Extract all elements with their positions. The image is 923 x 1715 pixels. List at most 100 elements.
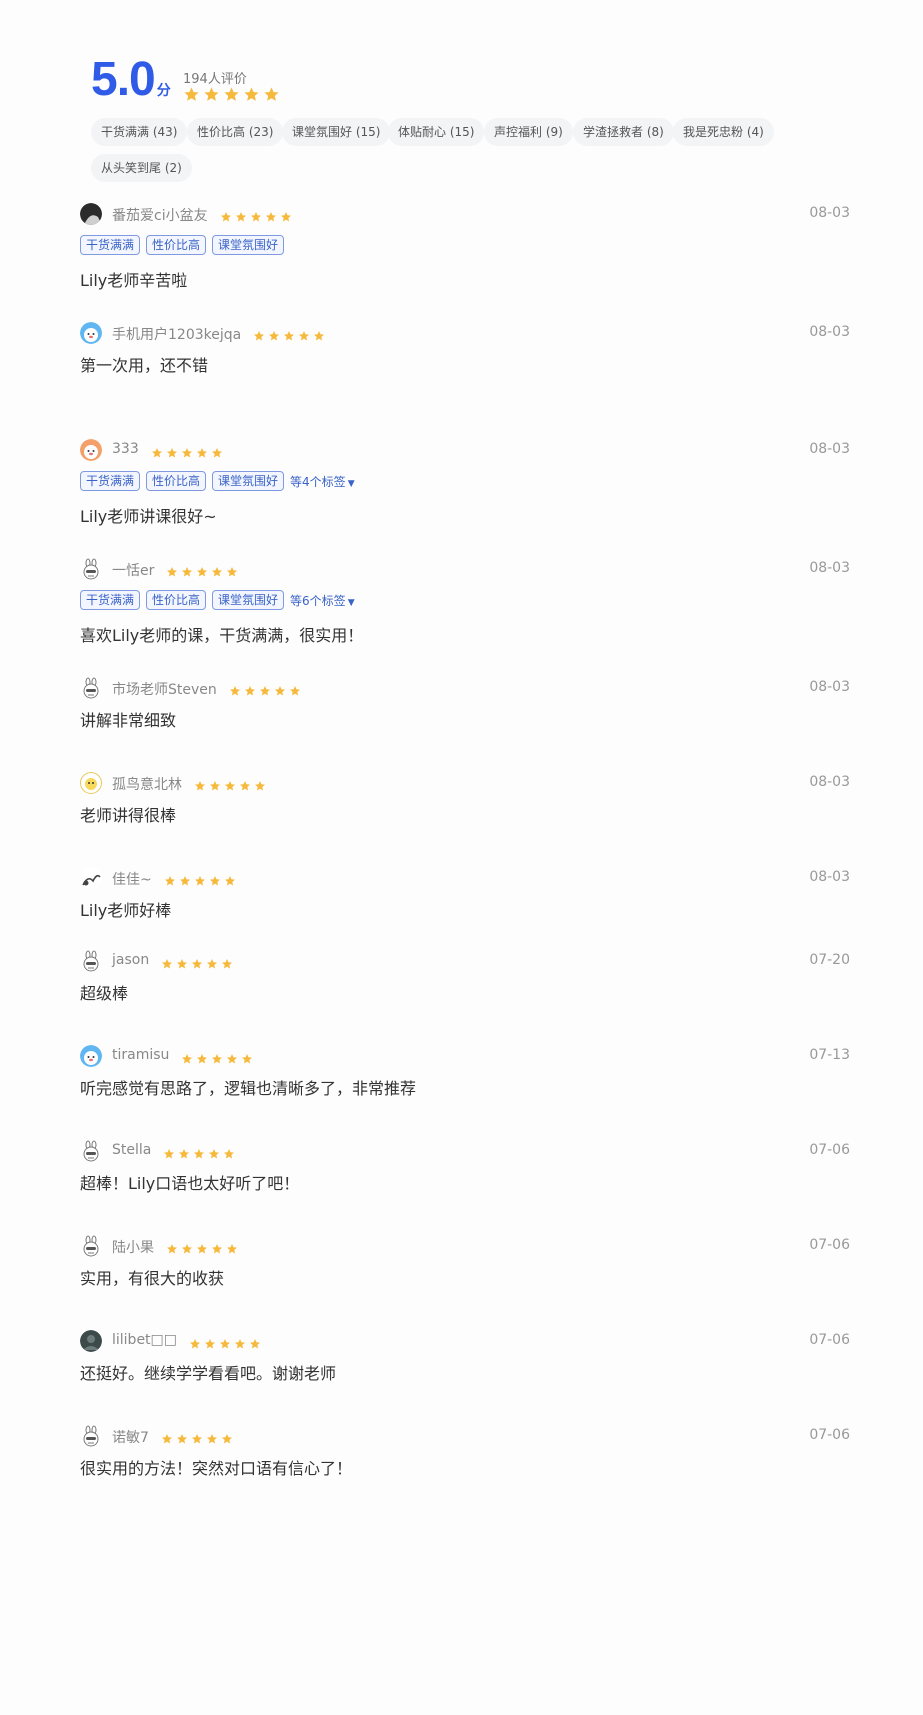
- review-stars: [220, 208, 292, 222]
- star-icon: [250, 208, 262, 222]
- review-item: 陆小果 07-06 实用，有很大的收获: [80, 1235, 850, 1315]
- review-content: 实用，有很大的收获: [80, 1269, 225, 1288]
- star-icon: [219, 1335, 231, 1349]
- tag-filter-chip[interactable]: 声控福利 (9): [484, 118, 573, 146]
- reviewer-name[interactable]: 一恬er: [112, 560, 154, 580]
- rabbit-avatar[interactable]: [80, 950, 102, 972]
- dark-portrait-avatar[interactable]: [80, 203, 102, 225]
- review-item: 孤鸟意北林 08-03 老师讲得很棒: [80, 772, 850, 852]
- reviewer-name[interactable]: tiramisu: [112, 1047, 169, 1063]
- review-date: 08-03: [809, 205, 850, 221]
- more-tags-label: 等6个标签: [290, 593, 346, 608]
- review-tag: 干货满满: [80, 235, 141, 255]
- star-icon: [239, 777, 251, 791]
- rabbit-avatar[interactable]: [80, 677, 102, 699]
- tag-filter-chip[interactable]: 我是死忠粉 (4): [673, 118, 774, 146]
- star-icon: [220, 208, 232, 222]
- blue-bear-avatar[interactable]: [80, 322, 102, 344]
- star-icon: [181, 1050, 193, 1064]
- review-stars: [166, 563, 238, 577]
- star-icon: [179, 872, 191, 886]
- more-tags-toggle[interactable]: 等6个标签 ▼: [290, 592, 355, 609]
- review-tag: 性价比高: [146, 590, 207, 610]
- review-tag: 课堂氛围好: [212, 235, 285, 255]
- rabbit-avatar[interactable]: [80, 558, 102, 580]
- star-icon: [280, 208, 292, 222]
- review-date: 08-03: [809, 869, 850, 885]
- tag-filter-chip[interactable]: 性价比高 (23): [187, 118, 284, 146]
- star-icon: [209, 872, 221, 886]
- star-icon: [274, 682, 286, 696]
- blue-bear-avatar[interactable]: [80, 1045, 102, 1067]
- review-content: 喜欢Lily老师的课，干货满满，很实用！: [80, 626, 364, 645]
- review-stars: [194, 777, 266, 791]
- star-icon: [259, 682, 271, 696]
- review-item: 手机用户1203kejqa 08-03 第一次用，还不错: [80, 322, 850, 402]
- tag-filter-chip[interactable]: 课堂氛围好 (15): [282, 118, 391, 146]
- review-content: 讲解非常细致: [80, 711, 177, 730]
- star-icon: [211, 563, 223, 577]
- tag-filter-chip[interactable]: 学渣拯救者 (8): [573, 118, 674, 146]
- star-icon: [191, 1430, 203, 1444]
- review-item: lilibet□□ 07-06 还挺好。继续学学看看吧。谢谢老师: [80, 1330, 850, 1410]
- star-icon: [241, 1050, 253, 1064]
- reviewer-name[interactable]: 番茄爱ci小盆友: [112, 205, 208, 225]
- star-icon: [223, 1145, 235, 1159]
- review-item: jason 07-20 超级棒: [80, 950, 850, 1030]
- review-item: 一恬er 08-03 干货满满 性价比高 课堂氛围好 等6个标签 ▼ 喜欢Lily老师的课，干…: [80, 558, 850, 645]
- dark-photo-avatar[interactable]: [80, 1330, 102, 1352]
- yellow-cartoon-avatar[interactable]: [80, 772, 102, 794]
- star-icon: [191, 955, 203, 969]
- reviewer-name[interactable]: 诺敏7: [112, 1427, 149, 1447]
- review-tags: 干货满满 性价比高 课堂氛围好 等6个标签 ▼: [80, 590, 355, 610]
- tag-filter-chip[interactable]: 干货满满 (43): [91, 118, 188, 146]
- tag-filter-chip[interactable]: 体贴耐心 (15): [388, 118, 485, 146]
- caret-down-icon: ▼: [347, 478, 355, 489]
- more-tags-label: 等4个标签: [290, 474, 346, 489]
- reviewer-name[interactable]: 佳佳~: [112, 869, 152, 889]
- score-unit: 分: [156, 83, 171, 99]
- more-tags-toggle[interactable]: 等4个标签 ▼: [290, 473, 355, 490]
- star-icon: [226, 1240, 238, 1254]
- star-icon: [226, 563, 238, 577]
- reviewer-name[interactable]: 333: [112, 441, 139, 457]
- star-icon: [178, 1145, 190, 1159]
- reviewer-name[interactable]: lilibet□□: [112, 1332, 177, 1348]
- review-date: 07-06: [809, 1332, 850, 1348]
- star-icon: [193, 1145, 205, 1159]
- star-icon: [208, 1145, 220, 1159]
- reviewer-name[interactable]: 手机用户1203kejqa: [112, 324, 241, 344]
- review-date: 07-13: [809, 1047, 850, 1063]
- reviewer-name[interactable]: 孤鸟意北林: [112, 774, 182, 794]
- star-icon: [223, 86, 240, 103]
- star-icon: [151, 444, 163, 458]
- review-content: 第一次用，还不错: [80, 356, 209, 375]
- review-item: tiramisu 07-13 听完感觉有思路了，逻辑也清晰多了，非常推荐: [80, 1045, 850, 1125]
- review-stars: [189, 1335, 261, 1349]
- sketch-avatar[interactable]: [80, 867, 102, 889]
- star-icon: [221, 955, 233, 969]
- star-icon: [226, 1050, 238, 1064]
- star-icon: [249, 1335, 261, 1349]
- rabbit-avatar[interactable]: [80, 1235, 102, 1257]
- star-icon: [196, 444, 208, 458]
- star-icon: [313, 327, 325, 341]
- caret-down-icon: ▼: [347, 597, 355, 608]
- star-icon: [161, 1430, 173, 1444]
- reviewer-name[interactable]: 市场老师Steven: [112, 679, 217, 699]
- tag-filter-chip[interactable]: 从头笑到尾 (2): [91, 154, 192, 182]
- reviewer-name[interactable]: Stella: [112, 1142, 151, 1158]
- star-icon: [211, 1050, 223, 1064]
- reviewer-name[interactable]: 陆小果: [112, 1237, 154, 1257]
- orange-bear-avatar[interactable]: [80, 439, 102, 461]
- review-item: Stella 07-06 超棒！Lily口语也太好听了吧！: [80, 1140, 850, 1220]
- rabbit-avatar[interactable]: [80, 1425, 102, 1447]
- rabbit-avatar[interactable]: [80, 1140, 102, 1162]
- star-icon: [298, 327, 310, 341]
- review-date: 08-03: [809, 441, 850, 457]
- review-item: 333 08-03 干货满满 性价比高 课堂氛围好 等4个标签 ▼ Lily老师讲课很好~: [80, 439, 850, 526]
- star-icon: [235, 208, 247, 222]
- overall-score: 5.0 分: [91, 56, 171, 104]
- reviewer-name[interactable]: jason: [112, 952, 149, 968]
- review-tag: 干货满满: [80, 590, 141, 610]
